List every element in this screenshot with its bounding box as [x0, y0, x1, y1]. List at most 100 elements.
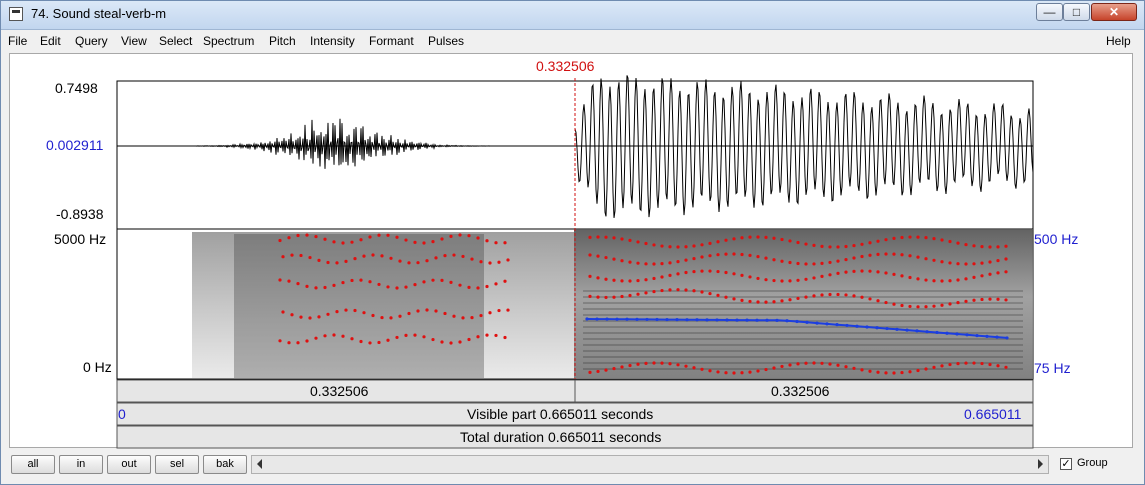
formant-point — [924, 367, 928, 371]
formant-point — [884, 371, 888, 375]
formant-point — [708, 241, 712, 245]
formant-point — [708, 291, 712, 296]
formant-point — [404, 238, 408, 242]
formant-point — [332, 240, 336, 244]
formant-point — [684, 258, 688, 262]
formant-point — [588, 253, 592, 257]
minimize-button[interactable]: — — [1036, 3, 1063, 21]
formant-point — [684, 288, 688, 292]
zoom-back-button[interactable]: bak — [203, 455, 247, 474]
formant-point — [956, 301, 960, 305]
formant-point — [628, 363, 632, 368]
formant-point — [652, 289, 656, 294]
zoom-selection-button[interactable]: sel — [155, 455, 199, 474]
menu-pitch[interactable]: Pitch — [269, 34, 296, 48]
maximize-button[interactable]: □ — [1063, 3, 1090, 21]
menu-pulses[interactable]: Pulses — [428, 34, 464, 48]
formant-point — [836, 245, 840, 249]
formant-point — [425, 259, 429, 263]
formant-point — [852, 256, 856, 260]
selection-right-duration[interactable]: 0.332506 — [771, 383, 829, 399]
formant-point — [494, 333, 498, 338]
scroll-left-icon[interactable] — [257, 459, 262, 469]
formant-point — [788, 363, 792, 367]
selection-left-duration[interactable]: 0.332506 — [310, 383, 368, 399]
pitch-point — [755, 318, 759, 322]
formant-point — [916, 255, 920, 259]
formant-point — [652, 276, 656, 281]
formant-point — [788, 279, 792, 283]
formant-point — [892, 302, 896, 306]
spectrogram-band — [583, 350, 1023, 352]
menu-spectrum[interactable]: Spectrum — [203, 34, 254, 48]
pitch-point — [875, 326, 879, 330]
formant-point — [290, 313, 294, 317]
formant-point — [724, 252, 728, 256]
close-button[interactable]: ✕ — [1091, 3, 1137, 21]
formant-point — [948, 261, 952, 265]
formant-point — [716, 269, 720, 274]
menu-query[interactable]: Query — [75, 34, 108, 48]
time-scrollbar[interactable] — [251, 455, 1049, 474]
formant-point — [852, 243, 856, 248]
formant-point — [684, 270, 688, 275]
formant-point — [764, 367, 768, 372]
formant-point — [756, 255, 760, 259]
menu-intensity[interactable]: Intensity — [310, 34, 355, 48]
formant-point — [389, 316, 393, 320]
formant-point — [431, 337, 435, 342]
menu-help[interactable]: Help — [1106, 34, 1131, 48]
formant-point — [386, 338, 390, 342]
formant-point — [748, 370, 752, 374]
formant-point — [278, 238, 282, 243]
zoom-out-button[interactable]: out — [107, 455, 151, 474]
formant-point — [764, 235, 768, 239]
pitch-point — [655, 317, 659, 322]
formant-point — [700, 243, 704, 247]
formant-point — [700, 269, 704, 273]
menu-edit[interactable]: Edit — [40, 34, 61, 48]
formant-point — [636, 292, 640, 296]
zoom-in-button[interactable]: in — [59, 455, 103, 474]
formant-point — [596, 235, 600, 239]
formant-point — [820, 244, 824, 248]
formant-point — [628, 260, 632, 264]
menu-view[interactable]: View — [121, 34, 147, 48]
formant-point — [996, 258, 1000, 263]
menu-select[interactable]: Select — [159, 34, 192, 48]
menu-file[interactable]: File — [8, 34, 27, 48]
formant-point — [506, 258, 510, 262]
formant-point — [948, 302, 952, 306]
formant-point — [764, 278, 768, 282]
formant-point — [860, 242, 864, 246]
formant-point — [380, 315, 384, 320]
formant-point — [344, 308, 348, 312]
formant-point — [458, 233, 462, 237]
formant-point — [485, 284, 489, 289]
sound-editor[interactable]: 0.332506 0.7498 0.002911 -0.8938 5000 Hz… — [9, 53, 1134, 449]
zoom-all-button[interactable]: all — [11, 455, 55, 474]
formant-point — [980, 245, 984, 249]
formant-point — [796, 362, 800, 366]
formant-point — [700, 255, 704, 259]
formant-point — [660, 262, 664, 266]
menu-formant[interactable]: Formant — [369, 34, 414, 48]
pitch-point — [645, 317, 649, 322]
formant-point — [377, 340, 381, 345]
group-checkbox[interactable]: ✓ — [1060, 458, 1072, 470]
formant-point — [980, 261, 984, 265]
formant-point — [748, 275, 752, 279]
pitch-point — [715, 318, 719, 322]
formant-point — [796, 240, 800, 245]
formant-point — [287, 279, 291, 283]
signal-plot[interactable] — [10, 54, 1134, 449]
formant-point — [828, 245, 832, 249]
total-duration[interactable]: Total duration 0.665011 seconds — [460, 429, 661, 445]
formant-point — [422, 335, 426, 339]
scroll-right-icon[interactable] — [1038, 459, 1043, 469]
formant-point — [476, 335, 480, 339]
pitch-point — [585, 317, 589, 321]
pitch-point — [725, 318, 729, 322]
visible-part-duration[interactable]: Visible part 0.665011 seconds — [467, 406, 653, 422]
formant-point — [836, 259, 840, 263]
